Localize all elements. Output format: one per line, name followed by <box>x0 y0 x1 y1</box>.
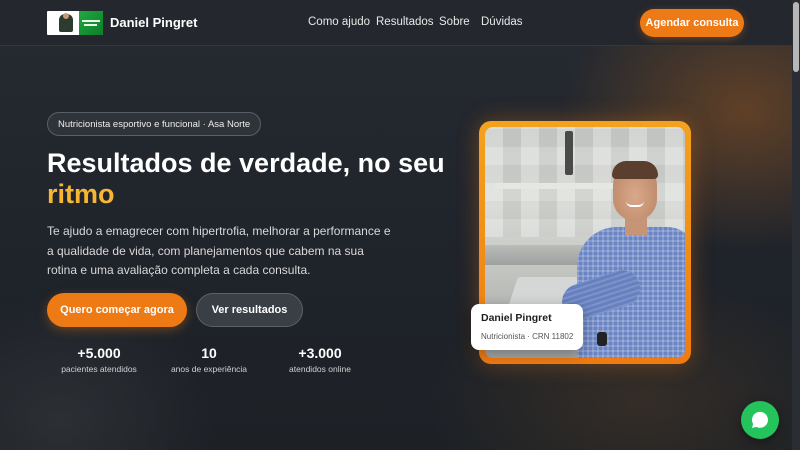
stat-value: +5.000 <box>77 345 121 361</box>
nav-link-sobre[interactable]: Sobre <box>439 16 470 28</box>
hero-description: Te ajudo a emagrecer com hipertrofia, me… <box>47 224 391 277</box>
photo-shelf <box>495 183 615 189</box>
start-now-button[interactable]: Quero começar agora <box>47 293 187 327</box>
schedule-button[interactable]: Agendar consulta <box>640 9 744 37</box>
specialty-badge: Nutricionista esportivo e funcional · As… <box>47 112 262 136</box>
logo-image[interactable] <box>47 11 103 35</box>
photo-hair <box>612 161 658 179</box>
whatsapp-button[interactable] <box>741 401 779 439</box>
see-results-button[interactable]: Ver resultados <box>196 293 303 327</box>
stat-label: atendidos online <box>289 364 351 374</box>
stat-value: +3.000 <box>298 345 342 361</box>
whatsapp-icon <box>752 411 768 428</box>
stat-label: pacientes atendidos <box>61 364 137 374</box>
profile-name: Daniel Pingret <box>481 312 552 324</box>
logo-green-graphic <box>79 11 103 35</box>
site-header: Daniel Pingret Como ajudo Resultados Sob… <box>0 0 792 46</box>
profile-name-card: Daniel Pingret Nutricionista · CRN 11802 <box>471 304 583 350</box>
page-scrollbar[interactable] <box>792 0 800 450</box>
photo-watch <box>597 332 607 346</box>
headline-main-text: Resultados de verdade, no seu <box>47 148 445 178</box>
nav-link-como-ajudo[interactable]: Como ajudo <box>308 16 370 28</box>
nav-link-duvidas[interactable]: Dúvidas <box>481 16 523 28</box>
stat-value: 10 <box>201 345 217 361</box>
hero-headline: Resultados de verdade, no seu ritmo <box>47 148 447 210</box>
stat-online: +3.000 atendidos online <box>280 345 360 374</box>
nav-link-resultados[interactable]: Resultados <box>376 16 434 28</box>
profile-role: Nutricionista · CRN 11802 <box>481 332 574 341</box>
stat-label: anos de experiência <box>170 364 248 374</box>
brand-name[interactable]: Daniel Pingret <box>110 15 197 30</box>
stat-patients: +5.000 pacientes atendidos <box>58 345 140 374</box>
scrollbar-thumb[interactable] <box>793 2 799 72</box>
headline-accent-text: ritmo <box>47 179 115 209</box>
stat-years: 10 anos de experiência <box>168 345 250 374</box>
logo-person-graphic <box>59 13 73 32</box>
photo-lamp <box>565 131 573 175</box>
